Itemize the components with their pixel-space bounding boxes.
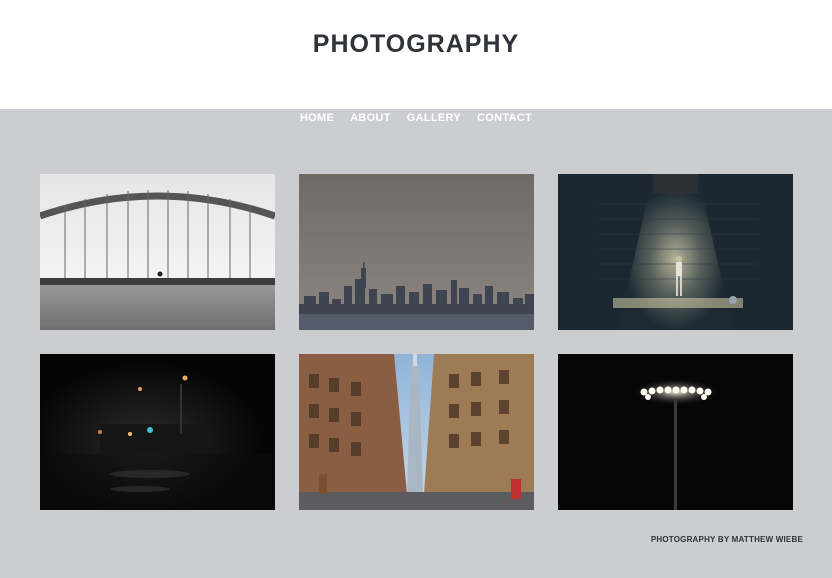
night-street-photo[interactable] [40,354,275,510]
stadium-light-image [558,354,793,510]
downtown-tower-image [299,354,534,510]
bridge-arch-image [40,174,275,330]
bridge-arch-photo[interactable] [40,174,275,330]
main-nav: HOME ABOUT GALLERY CONTACT [0,110,832,126]
city-skyline-photo[interactable] [299,174,534,330]
stadium-light-photo[interactable] [558,354,793,510]
nav-home[interactable]: HOME [292,110,342,126]
night-street-image [40,354,275,510]
wall-light-image [558,174,793,330]
wall-light-figure-photo[interactable] [558,174,793,330]
nav-gallery[interactable]: GALLERY [399,110,469,126]
footer-credit: PHOTOGRAPHY BY MATTHEW WIEBE [650,535,803,544]
downtown-tower-street-photo[interactable] [299,354,534,510]
site-header: PHOTOGRAPHY [0,0,832,109]
site-title[interactable]: PHOTOGRAPHY [0,30,832,59]
city-skyline-image [299,174,534,330]
nav-about[interactable]: ABOUT [342,110,399,126]
nav-contact[interactable]: CONTACT [469,110,540,126]
